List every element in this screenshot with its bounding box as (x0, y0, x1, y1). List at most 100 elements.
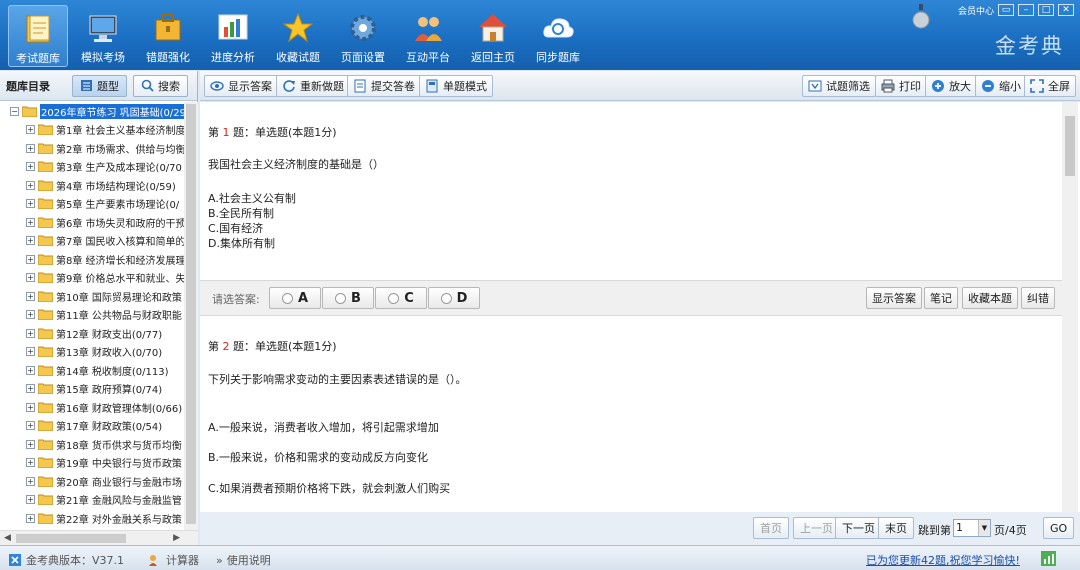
close-icon[interactable]: ✕ (1058, 4, 1074, 16)
fullscreen-button[interactable]: 全屏 (1024, 75, 1076, 97)
expand-icon[interactable]: + (26, 125, 35, 135)
tree-chapter-node[interactable]: + 第22章 对外金融关系与政策 (0, 509, 184, 528)
answer-choice-c[interactable]: C (375, 287, 427, 309)
tree-chapter-node[interactable]: + 第18章 货币供求与货币均衡 (0, 435, 184, 454)
tree-chapter-node[interactable]: + 第14章 税收制度(0/113) (0, 361, 184, 380)
expand-icon[interactable]: + (26, 254, 35, 264)
expand-icon[interactable]: + (26, 458, 35, 468)
scroll-thumb[interactable] (16, 534, 126, 543)
maximize-icon[interactable]: □ (1038, 4, 1054, 16)
answer-choice-b[interactable]: B (322, 287, 374, 309)
expand-icon[interactable]: + (26, 347, 35, 357)
answer-choice-a[interactable]: A (269, 287, 321, 309)
report-error-button[interactable]: 纠错 (1021, 287, 1055, 309)
answer-choice-d[interactable]: D (428, 287, 480, 309)
nav-page-settings[interactable]: 页面设置 (333, 5, 393, 67)
minimize-icon[interactable]: – (1018, 4, 1034, 16)
nav-sync-bank[interactable]: 同步题库 (528, 5, 588, 67)
expand-icon[interactable]: + (26, 143, 35, 153)
nav-interactive-platform[interactable]: 互动平台 (398, 5, 458, 67)
print-button[interactable]: 打印 (875, 75, 927, 97)
expand-icon[interactable]: + (26, 402, 35, 412)
tree-chapter-node[interactable]: + 第16章 财政管理体制(0/66) (0, 398, 184, 417)
scroll-thumb[interactable] (1065, 116, 1075, 176)
notes-button[interactable]: 笔记 (924, 287, 958, 309)
scroll-left-icon[interactable]: ◀ (4, 533, 11, 543)
user-avatar-icon[interactable] (912, 4, 930, 30)
expand-icon[interactable]: + (26, 476, 35, 486)
expand-icon[interactable]: + (26, 328, 35, 338)
tab-question-type[interactable]: 题型 (72, 74, 127, 97)
last-page-button[interactable]: 末页 (878, 517, 914, 539)
stats-icon[interactable] (1041, 551, 1056, 566)
tree-chapter-node[interactable]: + 第2章 市场需求、供给与均衡 (0, 139, 184, 158)
expand-icon[interactable]: + (26, 513, 35, 523)
show-answer-button[interactable]: 显示答案 (204, 75, 278, 97)
tree-chapter-node[interactable]: + 第1章 社会主义基本经济制度 (0, 121, 184, 140)
go-button[interactable]: GO (1043, 517, 1075, 539)
calculator-link[interactable]: 计算器 (148, 552, 199, 568)
expand-icon[interactable]: + (26, 236, 35, 246)
tree-chapter-node[interactable]: + 第9章 价格总水平和就业、失 (0, 269, 184, 288)
first-page-button[interactable]: 首页 (753, 517, 789, 539)
expand-icon[interactable]: + (26, 421, 35, 431)
help-link[interactable]: » 使用说明 (216, 552, 271, 568)
tree-chapter-node[interactable]: + 第3章 生产及成本理论(0/70 (0, 158, 184, 177)
expand-icon[interactable]: + (26, 495, 35, 505)
tree-root-node[interactable]: − 2026年章节练习 巩固基础(0/29 (0, 102, 184, 121)
favorite-question-button[interactable]: 收藏本题 (962, 287, 1018, 309)
chevron-down-icon[interactable]: ▼ (978, 520, 990, 536)
question-vertical-scrollbar[interactable] (1062, 102, 1078, 512)
expand-icon[interactable]: + (26, 439, 35, 449)
nav-return-home[interactable]: 返回主页 (463, 5, 523, 67)
expand-icon[interactable]: + (26, 180, 35, 190)
tree-chapter-node[interactable]: + 第13章 财政收入(0/70) (0, 343, 184, 362)
tree-chapter-node[interactable]: + 第7章 国民收入核算和简单的 (0, 232, 184, 251)
question-show-answer-button[interactable]: 显示答案 (866, 287, 922, 309)
zoom-out-button[interactable]: 缩小 (975, 75, 1027, 97)
page-select[interactable]: 1 ▼ (953, 519, 991, 537)
redo-questions-button[interactable]: 重新做题 (276, 75, 350, 97)
tree-chapter-node[interactable]: + 第8章 经济增长和经济发展理 (0, 250, 184, 269)
nav-progress-analysis[interactable]: 进度分析 (203, 5, 263, 67)
tab-search[interactable]: 搜索 (133, 74, 188, 97)
scroll-thumb[interactable] (186, 104, 196, 524)
nav-mock-exam[interactable]: 模拟考场 (73, 5, 133, 67)
expand-icon[interactable]: + (26, 291, 35, 301)
folder-icon (38, 272, 53, 284)
member-center-link[interactable]: 会员中心 (958, 4, 994, 17)
previous-page-button[interactable]: 上一页 (793, 517, 840, 539)
filter-questions-button[interactable]: 试题筛选 (802, 75, 876, 97)
tree-chapter-node[interactable]: + 第15章 政府预算(0/74) (0, 380, 184, 399)
expand-icon[interactable]: + (26, 199, 35, 209)
tree-chapter-node[interactable]: + 第5章 生产要素市场理论(0/ (0, 195, 184, 214)
expand-icon[interactable]: + (26, 310, 35, 320)
zoom-in-button[interactable]: 放大 (925, 75, 977, 97)
expand-icon[interactable]: + (26, 365, 35, 375)
tree-chapter-node[interactable]: + 第20章 商业银行与金融市场 (0, 472, 184, 491)
nav-favorites[interactable]: 收藏试题 (268, 5, 328, 67)
tree-chapter-node[interactable]: + 第19章 中央银行与货币政策 (0, 454, 184, 473)
single-question-mode-button[interactable]: 单题模式 (419, 75, 493, 97)
expand-icon[interactable]: + (26, 162, 35, 172)
tree-chapter-node[interactable]: + 第12章 财政支出(0/77) (0, 324, 184, 343)
tree-chapter-node[interactable]: + 第4章 市场结构理论(0/59) (0, 176, 184, 195)
sidebar-horizontal-scrollbar[interactable]: ◀ ▶ (0, 530, 198, 545)
expand-icon[interactable]: + (26, 384, 35, 394)
restore-icon[interactable]: ▭ (998, 4, 1014, 16)
expand-icon[interactable]: + (26, 217, 35, 227)
expand-icon[interactable]: + (26, 273, 35, 283)
update-notice-link[interactable]: 已为您更新42题,祝您学习愉快! (866, 552, 1020, 568)
nav-wrong-questions[interactable]: 错题强化 (138, 5, 198, 67)
tree-chapter-node[interactable]: + 第6章 市场失灵和政府的干预 (0, 213, 184, 232)
collapse-icon[interactable]: − (10, 106, 19, 116)
tree-chapter-node[interactable]: + 第21章 金融风险与金融监管 (0, 491, 184, 510)
tree-chapter-node[interactable]: + 第11章 公共物品与财政职能 (0, 306, 184, 325)
tree-chapter-node[interactable]: + 第10章 国际贸易理论和政策 (0, 287, 184, 306)
nav-exam-bank[interactable]: 考试题库 (8, 5, 68, 67)
next-page-button[interactable]: 下一页 (835, 517, 882, 539)
scroll-right-icon[interactable]: ▶ (173, 533, 180, 543)
sidebar-vertical-scrollbar[interactable] (184, 102, 198, 530)
submit-paper-button[interactable]: 提交答卷 (347, 75, 421, 97)
tree-chapter-node[interactable]: + 第17章 财政政策(0/54) (0, 417, 184, 436)
